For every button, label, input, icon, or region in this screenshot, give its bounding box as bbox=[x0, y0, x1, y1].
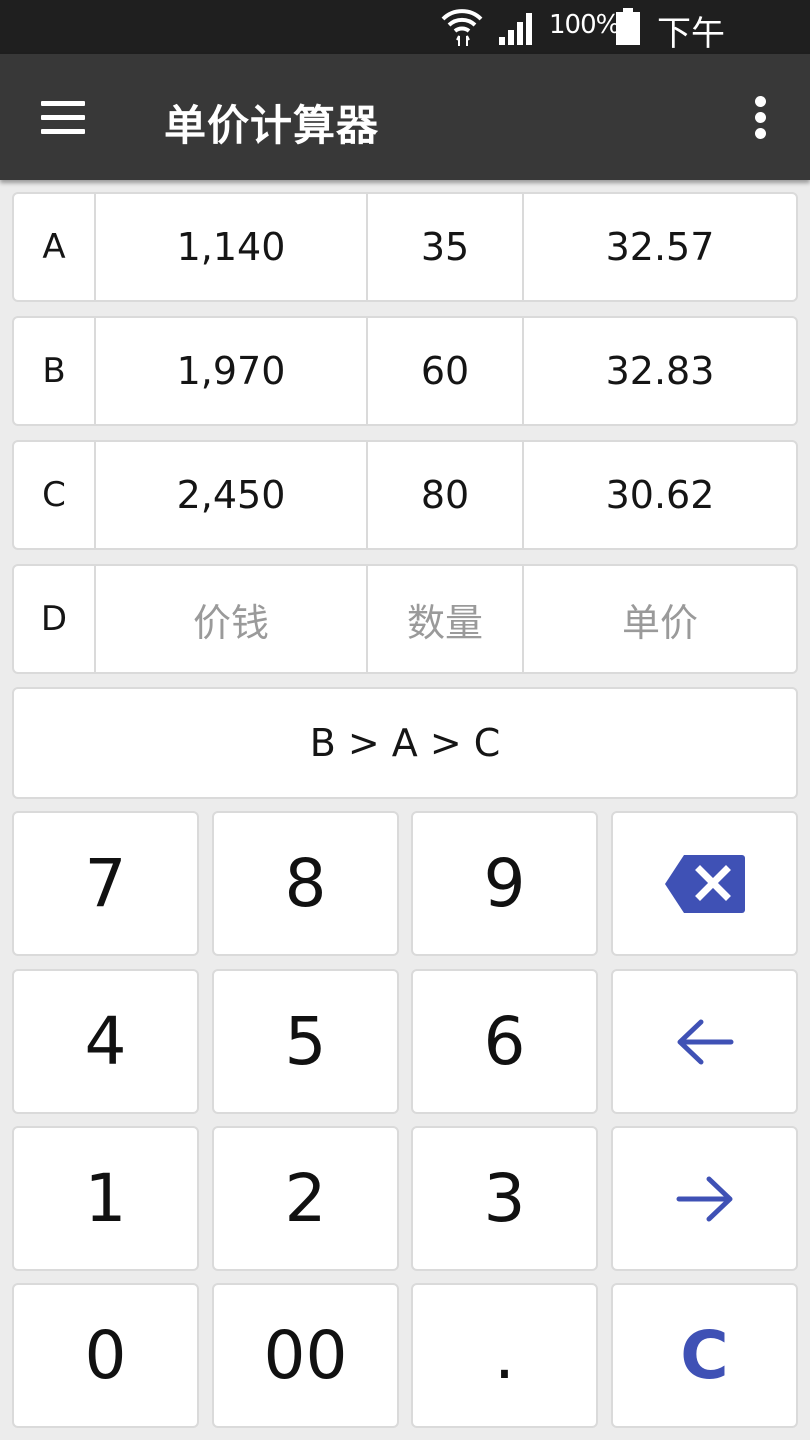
key-0[interactable]: 0 bbox=[12, 1283, 199, 1428]
menu-icon[interactable] bbox=[38, 98, 88, 138]
item-row-c: C 2,450 80 30.62 bbox=[12, 440, 798, 550]
quantity-field[interactable]: 35 bbox=[368, 194, 524, 300]
item-row-d: D 价钱 数量 单价 bbox=[12, 564, 798, 674]
row-label: A bbox=[14, 194, 96, 300]
app-toolbar: 单价计算器 bbox=[0, 54, 810, 180]
price-field[interactable]: 1,140 bbox=[96, 194, 368, 300]
arrow-left-icon bbox=[677, 1019, 733, 1064]
price-field[interactable]: 价钱 bbox=[96, 566, 368, 672]
row-label: D bbox=[14, 566, 96, 672]
unit-price-value: 32.57 bbox=[605, 225, 715, 269]
key-8[interactable]: 8 bbox=[212, 811, 399, 956]
key-6[interactable]: 6 bbox=[411, 969, 598, 1114]
key-1[interactable]: 1 bbox=[12, 1126, 199, 1271]
quantity-field[interactable]: 数量 bbox=[368, 566, 524, 672]
quantity-field[interactable]: 60 bbox=[368, 318, 524, 424]
key-5[interactable]: 5 bbox=[212, 969, 399, 1114]
move-left-button[interactable] bbox=[611, 969, 798, 1114]
key-00[interactable]: 00 bbox=[212, 1283, 399, 1428]
clear-button[interactable]: C bbox=[611, 1283, 798, 1428]
key-9[interactable]: 9 bbox=[411, 811, 598, 956]
battery-percent: 100% bbox=[549, 10, 620, 40]
battery-icon bbox=[616, 8, 640, 45]
comparison-result: B > A > C bbox=[12, 687, 798, 799]
key-7[interactable]: 7 bbox=[12, 811, 199, 956]
unit-price-value: 32.83 bbox=[605, 349, 715, 393]
row-label: B bbox=[14, 318, 96, 424]
signal-icon bbox=[499, 13, 532, 45]
backspace-icon bbox=[664, 854, 745, 913]
item-row-a: A 1,140 35 32.57 bbox=[12, 192, 798, 302]
more-options-icon[interactable] bbox=[748, 96, 774, 140]
unit-price-value: 单价 bbox=[621, 600, 698, 645]
page-title: 单价计算器 bbox=[164, 101, 380, 150]
move-right-button[interactable] bbox=[611, 1126, 798, 1271]
backspace-button[interactable] bbox=[611, 811, 798, 956]
item-row-b: B 1,970 60 32.83 bbox=[12, 316, 798, 426]
key-3[interactable]: 3 bbox=[411, 1126, 598, 1271]
price-field[interactable]: 1,970 bbox=[96, 318, 368, 424]
price-field[interactable]: 2,450 bbox=[96, 442, 368, 548]
key-decimal[interactable]: . bbox=[411, 1283, 598, 1428]
key-2[interactable]: 2 bbox=[212, 1126, 399, 1271]
quantity-field[interactable]: 80 bbox=[368, 442, 524, 548]
arrow-right-icon bbox=[676, 1176, 732, 1221]
wifi-icon bbox=[441, 9, 483, 46]
key-4[interactable]: 4 bbox=[12, 969, 199, 1114]
status-bar: 100% 下午 5:21 bbox=[0, 0, 810, 95]
unit-price-value: 30.62 bbox=[605, 473, 715, 517]
row-label: C bbox=[14, 442, 96, 548]
